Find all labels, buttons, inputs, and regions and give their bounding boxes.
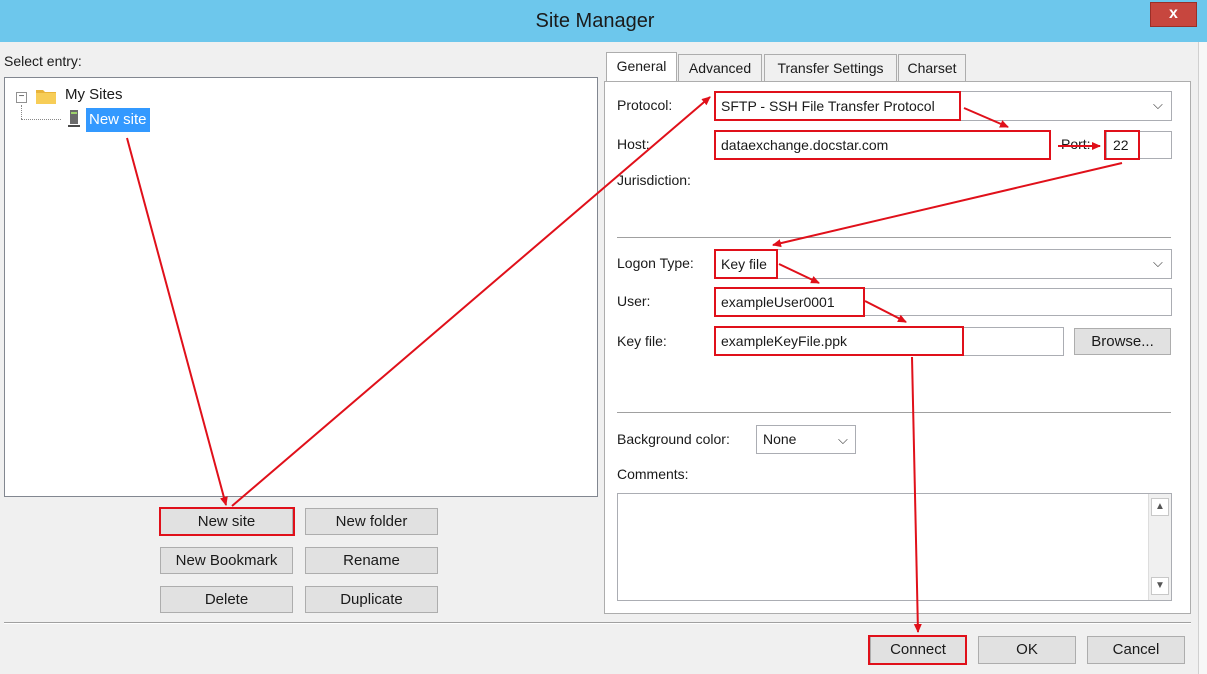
- comments-scrollbar[interactable]: ▲ ▼: [1148, 494, 1171, 600]
- tree-item-new-site[interactable]: New site: [86, 108, 150, 132]
- annotation-box-protocol: [714, 91, 961, 121]
- protocol-label: Protocol:: [617, 97, 673, 113]
- chevron-down-icon: ⌵: [1153, 97, 1163, 112]
- scroll-up-icon[interactable]: ▲: [1151, 498, 1169, 516]
- port-label: Port:: [1061, 136, 1091, 152]
- window-right-edge: [1198, 42, 1207, 674]
- bottom-divider: [4, 622, 1191, 624]
- rename-button[interactable]: Rename: [305, 547, 438, 574]
- comments-label: Comments:: [617, 466, 689, 482]
- title-bar: Site Manager x: [0, 0, 1207, 42]
- cancel-button[interactable]: Cancel: [1087, 636, 1185, 664]
- user-label: User:: [617, 293, 651, 309]
- annotation-box-new-site: [159, 507, 295, 536]
- key-file-label: Key file:: [617, 333, 667, 349]
- duplicate-button[interactable]: Duplicate: [305, 586, 438, 613]
- new-bookmark-button[interactable]: New Bookmark: [160, 547, 293, 574]
- comments-textarea[interactable]: [617, 493, 1172, 601]
- annotation-box-connect: [868, 635, 967, 665]
- tab-transfer-settings[interactable]: Transfer Settings: [764, 54, 897, 82]
- tree-item-label: New site: [89, 111, 147, 128]
- delete-button[interactable]: Delete: [160, 586, 293, 613]
- close-icon: x: [1169, 5, 1178, 22]
- annotation-box-logon-type: [714, 249, 778, 279]
- select-entry-label: Select entry:: [4, 53, 82, 69]
- tab-advanced[interactable]: Advanced: [678, 54, 762, 82]
- chevron-down-icon: ⌵: [838, 432, 848, 447]
- new-folder-button[interactable]: New folder: [305, 508, 438, 535]
- tree-root-label[interactable]: My Sites: [65, 86, 123, 103]
- tree-connector: [21, 105, 22, 119]
- site-tree[interactable]: − My Sites New site: [4, 77, 598, 497]
- host-label: Host:: [617, 136, 650, 152]
- background-color-label: Background color:: [617, 431, 730, 447]
- jurisdiction-label: Jurisdiction:: [617, 172, 691, 188]
- scroll-down-icon[interactable]: ▼: [1151, 577, 1169, 595]
- logon-type-select[interactable]: Key file: [714, 249, 1172, 279]
- ok-button[interactable]: OK: [978, 636, 1076, 664]
- tree-connector-h: [21, 119, 61, 120]
- divider: [617, 237, 1171, 239]
- server-icon: [67, 109, 81, 132]
- folder-icon: [35, 87, 57, 108]
- annotation-box-host: [714, 130, 1051, 160]
- window-title: Site Manager: [535, 10, 655, 32]
- divider: [617, 412, 1171, 414]
- annotation-box-key-file: [714, 326, 964, 356]
- chevron-down-icon: ⌵: [1153, 255, 1163, 270]
- tab-charset[interactable]: Charset: [898, 54, 966, 82]
- logon-type-label: Logon Type:: [617, 255, 694, 271]
- tab-general[interactable]: General: [606, 52, 677, 81]
- close-button[interactable]: x: [1150, 2, 1197, 27]
- browse-button[interactable]: Browse...: [1074, 328, 1171, 355]
- annotation-box-port: [1104, 130, 1140, 160]
- collapse-expander[interactable]: −: [16, 92, 27, 103]
- annotation-box-user: [714, 287, 865, 317]
